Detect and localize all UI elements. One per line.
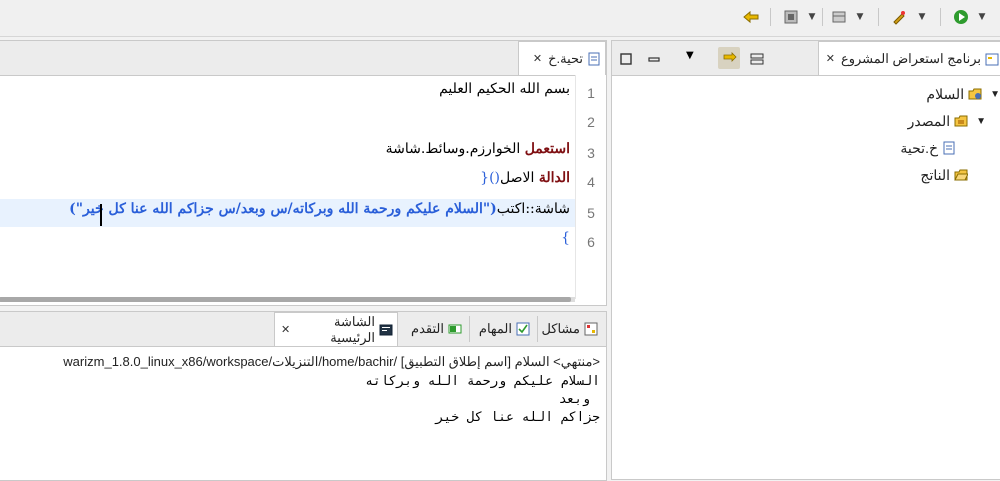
line-number: 5	[587, 205, 595, 221]
tab-tasks[interactable]: المهام	[472, 312, 534, 346]
editor-panel: تحية.خ ✕ 1 بسم الله الحكيم العليم 2 3 اس…	[0, 40, 607, 306]
folder-icon	[954, 114, 968, 128]
close-icon[interactable]: ✕	[533, 52, 542, 65]
tree-label: السلام	[926, 85, 965, 102]
link-editor-icon[interactable]	[718, 47, 740, 69]
tree-item-output-folder[interactable]: الناتج	[920, 164, 972, 186]
view-menu-icon[interactable]: ▼	[686, 50, 700, 64]
brace: (){	[480, 170, 500, 186]
explorer-icon	[985, 52, 999, 66]
gear-dropdown-icon[interactable]: ▼	[806, 7, 818, 27]
file-icon	[942, 141, 956, 155]
tool-dropdown-icon[interactable]: ▼	[916, 7, 928, 27]
tab-label: مشاكل	[541, 321, 580, 336]
console-panel: مشاكل المهام التقدم الشاشة الرئيسية ✕ <م…	[0, 311, 607, 481]
code-line[interactable]: بسم الله الحكيم العليم	[439, 81, 570, 109]
tree-label: الناتج	[920, 166, 950, 183]
tab-progress[interactable]: التقدم	[400, 312, 466, 346]
maximize-icon[interactable]	[620, 50, 634, 65]
expand-arrow-icon[interactable]: ▼	[990, 89, 1000, 100]
keyword: الدالة	[538, 170, 570, 186]
tab-project-explorer[interactable]: برنامج استعراض المشروع ✕	[818, 41, 1000, 75]
console-output-line: جزاكم الله عنا كل خير	[435, 410, 600, 425]
build-dropdown-icon[interactable]: ▼	[854, 7, 866, 27]
close-icon[interactable]: ✕	[281, 323, 290, 336]
progress-icon	[448, 322, 462, 336]
explorer-tab-label: برنامج استعراض المشروع	[840, 50, 981, 66]
tree-item-file[interactable]: خ.تحية	[900, 137, 960, 159]
line-number: 4	[587, 174, 595, 190]
console-output-line: وبعد	[558, 392, 590, 407]
tab-label: الشاشة الرئيسية	[330, 313, 375, 345]
editor-tab-label: تحية.خ	[548, 50, 583, 66]
text-cursor	[100, 204, 102, 226]
project-icon	[968, 87, 982, 101]
code-text: الخوارزم.وسائط.شاشة	[385, 141, 525, 157]
gear-icon[interactable]	[780, 7, 802, 27]
code-text: الاصل	[500, 170, 539, 186]
tree-label: المصدر	[907, 112, 951, 129]
code-line[interactable]: استعمل الخوارزم.وسائط.شاشة	[386, 141, 570, 169]
code-line[interactable]: }	[561, 230, 570, 258]
console-header: <منتهي> السلام [اسم إطلاق التطبيق] /home…	[63, 354, 600, 369]
horizontal-scrollbar[interactable]	[0, 297, 575, 302]
tasks-icon	[516, 322, 530, 336]
run-dropdown-icon[interactable]: ▼	[976, 7, 988, 27]
string-literal: ("السلام عليكم ورحمة الله وبركاته/س وبعد…	[69, 201, 497, 217]
minimize-icon[interactable]	[648, 50, 662, 64]
tree-item-source-folder[interactable]: ▼ المصدر	[908, 110, 986, 132]
tab-editor-file[interactable]: تحية.خ ✕	[518, 41, 606, 75]
tool-icon[interactable]	[888, 7, 910, 27]
expand-arrow-icon[interactable]: ▼	[976, 116, 986, 127]
line-number: 6	[587, 234, 595, 250]
line-number: 3	[587, 145, 595, 161]
bottom-tabbar: مشاكل المهام التقدم الشاشة الرئيسية ✕	[0, 312, 606, 347]
line-number: 1	[587, 85, 595, 101]
code-text: شاشة::اكتب	[496, 201, 570, 217]
explorer-tabbar: ▼ برنامج استعراض المشروع ✕	[612, 41, 1000, 76]
tab-label: التقدم	[411, 321, 444, 336]
brace: }	[561, 230, 570, 246]
run-icon[interactable]	[950, 7, 972, 27]
scrollbar-thumb[interactable]	[0, 297, 571, 302]
file-icon	[587, 52, 601, 66]
folder-open-icon	[954, 168, 969, 182]
back-icon[interactable]	[740, 7, 762, 27]
problems-icon	[584, 322, 598, 336]
tab-problems[interactable]: مشاكل	[538, 312, 602, 346]
console-icon	[379, 323, 393, 337]
main-toolbar: ▼ ▼ ▼ ▼	[0, 0, 1000, 37]
tab-label: المهام	[478, 321, 512, 336]
project-explorer-panel: ▼ برنامج استعراض المشروع ✕ ▼ السلام ▼ ال…	[611, 40, 1000, 480]
tree-label: خ.تحية	[900, 139, 938, 156]
tree-item-project[interactable]: ▼ السلام	[926, 83, 1000, 105]
code-line[interactable]: شاشة::اكتب("السلام عليكم ورحمة الله وبرك…	[69, 201, 570, 229]
console-output-line: السلام عليكم ورحمة الله وبركاته	[365, 374, 600, 389]
close-icon[interactable]: ✕	[826, 52, 835, 65]
line-number: 2	[587, 114, 595, 130]
keyword: استعمل	[524, 141, 570, 157]
collapse-all-icon[interactable]	[750, 51, 764, 65]
tab-console[interactable]: الشاشة الرئيسية ✕	[274, 312, 398, 346]
build-icon[interactable]	[828, 7, 850, 27]
code-line[interactable]: الدالة الاصل(){	[480, 170, 570, 198]
editor-tabbar: تحية.خ ✕	[0, 41, 606, 76]
code-text: بسم الله الحكيم العليم	[439, 81, 570, 97]
